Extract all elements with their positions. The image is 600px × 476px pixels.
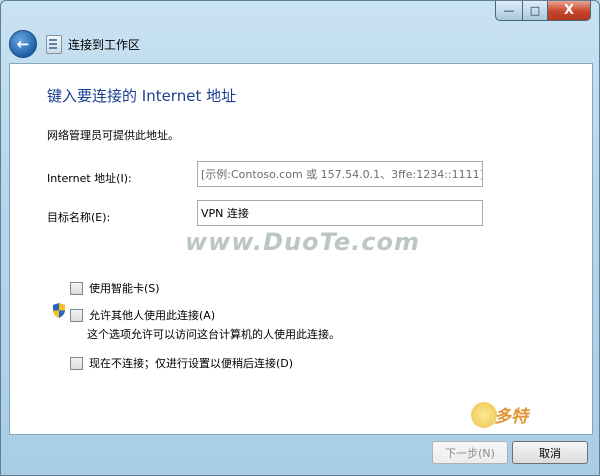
title-buttons: — □ X: [495, 1, 591, 21]
minimize-button[interactable]: —: [495, 1, 523, 21]
page-heading: 键入要连接的 Internet 地址: [47, 87, 237, 105]
connection-wizard-icon: [46, 34, 62, 54]
window-title: 连接到工作区: [68, 37, 141, 52]
back-arrow-icon[interactable]: ←: [9, 30, 37, 58]
destination-label: 目标名称(E):: [47, 211, 111, 224]
page-description: 网络管理员可提供此地址。: [47, 129, 179, 142]
smartcard-checkbox[interactable]: [70, 281, 83, 295]
dont-connect-label: 现在不连接；仅进行设置以便稍后连接(D): [89, 357, 294, 370]
next-button[interactable]: 下一步(N): [432, 441, 508, 464]
address-input[interactable]: [示例:Contoso.com 或 157.54.0.1、3ffe:1234::…: [197, 161, 483, 187]
allow-others-option[interactable]: 允许其他人使用此连接(A): [70, 307, 215, 323]
uac-shield-icon: [53, 303, 65, 318]
window-frame: — □ X ← 连接到工作区 键入要连接的 Internet 地址 网络管理员可…: [0, 0, 600, 476]
watermark-text: www.DuoTe.com: [185, 228, 420, 256]
button-bar: 下一步(N) 取消: [1, 435, 599, 475]
smartcard-option[interactable]: 使用智能卡(S): [70, 280, 160, 296]
allow-others-checkbox[interactable]: [70, 308, 83, 322]
smartcard-label: 使用智能卡(S): [89, 282, 160, 295]
dont-connect-option[interactable]: 现在不连接；仅进行设置以便稍后连接(D): [70, 355, 293, 371]
allow-others-label: 允许其他人使用此连接(A): [89, 309, 216, 322]
watermark-logo-text: 多特: [494, 407, 528, 427]
close-button[interactable]: X: [548, 1, 591, 21]
wizard-content: 键入要连接的 Internet 地址 网络管理员可提供此地址。 Internet…: [9, 63, 593, 435]
address-label: Internet 地址(I):: [47, 172, 132, 185]
navigation-bar: ← 连接到工作区: [9, 29, 591, 59]
allow-others-description: 这个选项允许可以访问这台计算机的人使用此连接。: [87, 328, 340, 341]
maximize-button[interactable]: □: [523, 1, 548, 21]
destination-input[interactable]: VPN 连接: [197, 200, 483, 226]
dont-connect-checkbox[interactable]: [70, 356, 83, 370]
cancel-button[interactable]: 取消: [512, 441, 588, 464]
